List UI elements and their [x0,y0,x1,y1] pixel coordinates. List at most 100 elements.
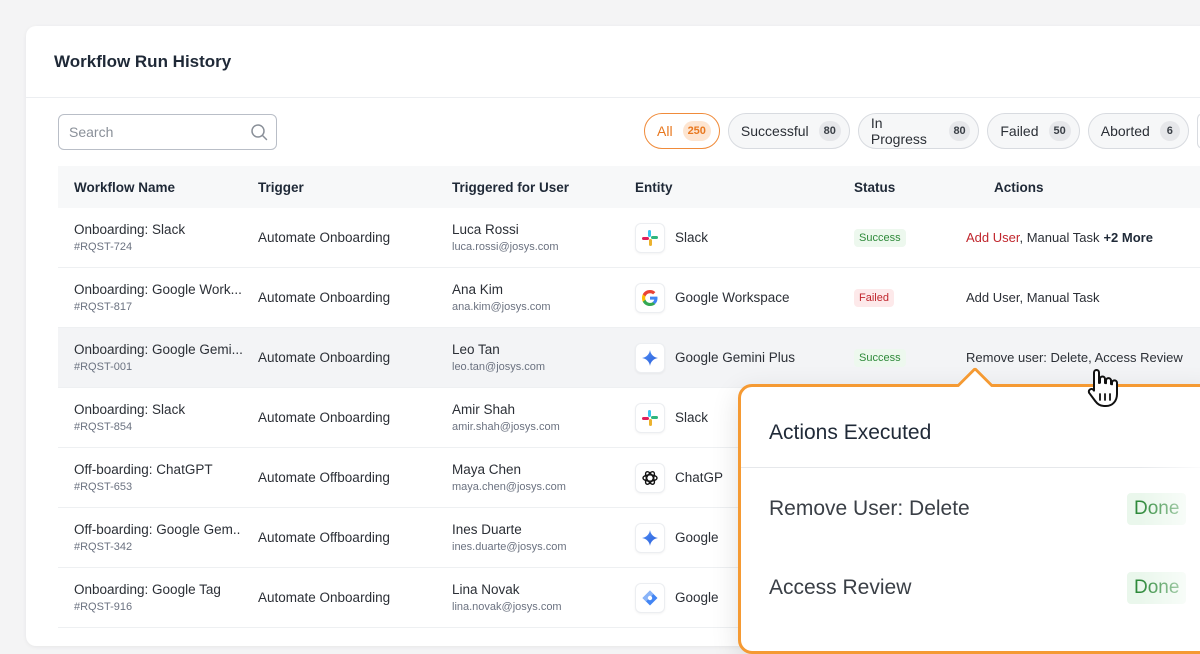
entity-name: Google [675,530,719,545]
filter-label: Successful [740,123,809,139]
filter-chip-aborted[interactable]: Aborted 6 [1087,113,1189,149]
entity-name: ChatGP [675,470,724,485]
status-badge: Success [854,229,906,247]
workflow-name[interactable]: Off-boarding: Google Gem.. [74,522,258,537]
table-row[interactable]: Onboarding: Slack #RQST-724 Automate Onbo… [58,208,1200,268]
workflow-name[interactable]: Onboarding: Slack [74,222,258,237]
user-name: Luca Rossi [452,222,519,237]
user-email: ines.duarte@josys.com [452,541,567,553]
request-id: #RQST-724 [74,241,133,253]
user-email: lina.novak@josys.com [452,601,562,613]
action-list: , Manual Task [1019,230,1100,245]
trigger: Automate Onboarding [258,290,391,305]
search-box[interactable] [58,114,277,150]
user-email: ana.kim@josys.com [452,301,551,313]
request-id: #RQST-001 [74,361,133,373]
user-name: Lina Novak [452,582,520,597]
request-id: #RQST-817 [74,301,133,313]
trigger: Automate Onboarding [258,590,391,605]
table-row[interactable]: Onboarding: Google Work... #RQST-817 Auto… [58,268,1200,328]
toolbar: All 250 Successful 80 In Progress 80 Fai… [26,98,1200,166]
entity-name: Google Gemini Plus [675,350,796,365]
action-list: Add User, Manual Task [966,290,1100,305]
column-header-entity[interactable]: Entity [635,180,854,195]
filter-chip-successful[interactable]: Successful 80 [727,113,850,149]
gemini-icon [635,342,665,373]
slack-icon [635,222,665,253]
column-header-actions[interactable]: Actions [994,180,1200,195]
user-name: Ines Duarte [452,522,522,537]
workflow-name[interactable]: Onboarding: Slack [74,402,258,417]
column-header-name[interactable]: Workflow Name [58,180,258,195]
hand-pointer-icon [1082,366,1122,415]
entity-name: Google [675,590,719,605]
filter-count: 6 [1159,121,1180,141]
table-header: Workflow Name Trigger Triggered for User… [58,166,1200,208]
google-icon [635,282,665,313]
user-name: Ana Kim [452,282,504,297]
page-title: Workflow Run History [54,51,232,71]
user-email: maya.chen@josys.com [452,481,566,493]
action-item-label: Remove User: Delete [769,497,970,520]
filter-count: 250 [682,121,711,141]
column-header-trigger[interactable]: Trigger [258,180,452,195]
user-name: Amir Shah [452,402,516,417]
column-header-status[interactable]: Status [854,180,994,195]
trigger: Automate Offboarding [258,530,390,545]
filter-chip-in-progress[interactable]: In Progress 80 [857,113,980,149]
user-name: Maya Chen [452,462,522,477]
search-input[interactable] [69,124,250,140]
trigger: Automate Onboarding [258,410,391,425]
entity-name: Google Workspace [675,290,790,305]
user-email: luca.rossi@josys.com [452,241,559,253]
user-email: leo.tan@josys.com [452,361,546,373]
workflow-name[interactable]: Onboarding: Google Gemi... [74,342,258,357]
filter-chip-failed[interactable]: Failed 50 [987,113,1080,149]
panel-header: Workflow Run History [26,26,1200,98]
table-row[interactable]: Onboarding: Google Gemi... #RQST-001 Auto… [58,328,1200,388]
filter-count: 80 [948,121,971,141]
filter-label: Aborted [1100,123,1150,139]
workflow-name[interactable]: Onboarding: Google Work... [74,282,258,297]
workflow-name[interactable]: Onboarding: Google Tag [74,582,258,597]
google-tag-icon [635,582,665,613]
entity-name: Slack [675,410,709,425]
status-badge: Success [854,349,906,367]
filter-chip-all[interactable]: All 250 [644,113,720,149]
filter-label: In Progress [870,115,927,147]
slack-icon [635,402,665,433]
request-id: #RQST-916 [74,601,133,613]
column-header-user[interactable]: Triggered for User [452,180,635,195]
popover-title: Actions Executed [769,421,932,444]
action-red[interactable]: Add User [966,230,1019,245]
filter-count: 80 [818,121,841,141]
request-id: #RQST-342 [74,541,133,553]
actions-cell[interactable]: Remove user: Delete, Access Review [966,350,1200,365]
filter-label: All [657,123,673,139]
status-filters: All 250 Successful 80 In Progress 80 Fai… [644,113,1200,149]
filter-label: Failed [1000,123,1039,139]
chatgpt-icon [635,462,665,493]
trigger: Automate Onboarding [258,350,391,365]
actions-executed-popover: Actions Executed Remove User: Delete Don… [738,384,1200,654]
entity-name: Slack [675,230,709,245]
popover-divider [741,467,1200,468]
request-id: #RQST-854 [74,421,133,433]
trigger: Automate Offboarding [258,470,390,485]
action-done-badge: Done [1127,572,1187,604]
workflow-name[interactable]: Off-boarding: ChatGPT [74,462,258,477]
trigger: Automate Onboarding [258,230,391,245]
request-id: #RQST-653 [74,481,133,493]
more-actions-link[interactable]: +2 More [1103,230,1153,245]
search-icon[interactable] [250,123,268,141]
actions-cell[interactable]: Add User, Manual Task +2 More [966,230,1200,245]
status-badge: Failed [854,289,894,307]
gemini-icon [635,522,665,553]
actions-cell[interactable]: Add User, Manual Task [966,290,1200,305]
filter-count: 50 [1048,121,1071,141]
action-list: Remove user: Delete, Access Review [966,350,1183,365]
action-done-badge: Done [1127,493,1187,525]
user-name: Leo Tan [452,342,500,357]
user-email: amir.shah@josys.com [452,421,560,433]
action-item-label: Access Review [769,576,912,599]
